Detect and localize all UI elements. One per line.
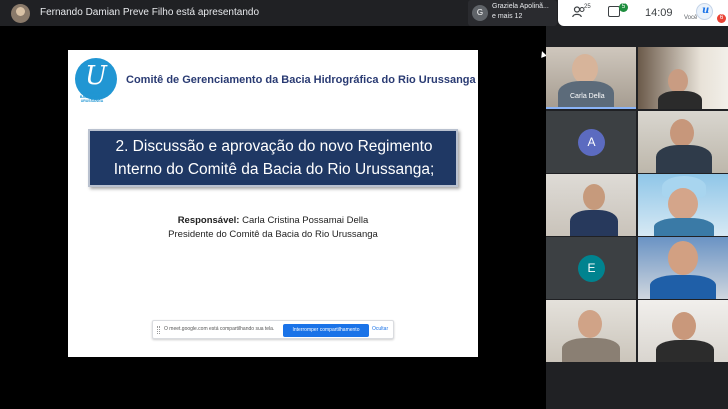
speaking-indicator — [546, 107, 636, 109]
hide-button[interactable]: Ocultar — [372, 326, 388, 332]
participant-tile[interactable] — [638, 111, 728, 173]
agenda-title-line2: Interno do Comitê da Bacia do Rio Urussa… — [113, 161, 435, 178]
responsible-name: Carla Cristina Possamai Della — [239, 215, 369, 226]
presenter-avatar — [11, 4, 30, 23]
participant-tile[interactable] — [638, 47, 728, 109]
notification-avatar: G — [472, 5, 488, 21]
drag-handle-icon[interactable] — [157, 326, 160, 334]
chat-badge: 5 — [619, 3, 628, 12]
participant-tile[interactable]: A — [546, 111, 636, 173]
share-message: O meet.google.com está compartilhando su… — [164, 326, 275, 332]
participant-name: Carla Della — [570, 93, 605, 100]
logo-letter: U — [85, 61, 107, 91]
logo-caption: COMITÊ DA BACIA DO RIO URUSSANGA — [79, 91, 105, 103]
join-notification[interactable]: G Graziela Apolinã... e mais 12 — [468, 0, 557, 26]
agenda-title-box: 2. Discussão e aprovação do novo Regimen… — [88, 129, 458, 187]
participant-tile[interactable] — [638, 174, 728, 236]
participant-tile[interactable] — [546, 174, 636, 236]
screen-share-bar: O meet.google.com está compartilhando su… — [152, 320, 394, 339]
responsible-label: Responsável: — [177, 215, 240, 226]
shared-slide: U COMITÊ DA BACIA DO RIO URUSSANGA Comit… — [68, 50, 478, 357]
self-view-thumbnail[interactable] — [696, 3, 713, 20]
agenda-title-line1: 2. Discussão e aprovação do novo Regimen… — [115, 138, 433, 155]
notification-line1: Graziela Apolinã... — [492, 3, 549, 10]
notification-line2: e mais 12 — [492, 13, 523, 20]
stop-sharing-button[interactable]: Interromper compartilhamento — [283, 324, 369, 337]
self-badge: 6 — [717, 14, 726, 23]
presenter-status: Fernando Damian Preve Filho está apresen… — [40, 7, 260, 18]
slide-header: Comitê de Gerenciamento da Bacia Hidrogr… — [126, 74, 476, 86]
participant-avatar: A — [578, 129, 605, 156]
participant-tile[interactable]: E — [546, 237, 636, 299]
self-label: Você — [684, 15, 698, 21]
participant-tile[interactable]: Carla Della — [546, 47, 636, 109]
responsible-role: Presidente do Comitê da Bacia do Rio Uru… — [168, 229, 378, 240]
clock: 14:09 — [645, 7, 673, 19]
participant-tile[interactable] — [546, 300, 636, 362]
participant-tile[interactable] — [638, 300, 728, 362]
participant-avatar: E — [578, 255, 605, 282]
participant-count: 25 — [584, 4, 591, 10]
responsible-block: Responsável: Carla Cristina Possamai Del… — [68, 214, 478, 242]
participant-tile[interactable] — [638, 237, 728, 299]
meeting-controls: 25 5 14:09 Você 6 — [558, 0, 728, 26]
agenda-title: 2. Discussão e aprovação do novo Regimen… — [93, 135, 455, 181]
